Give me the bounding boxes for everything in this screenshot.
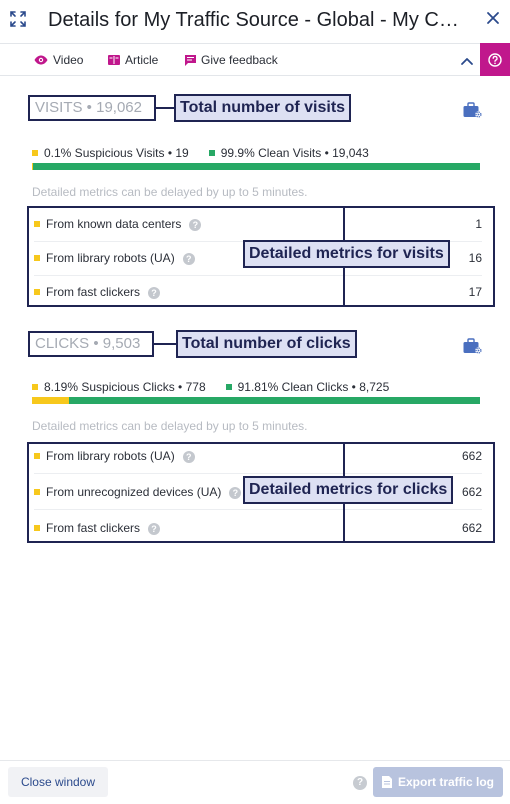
- suspicious-marker: [34, 489, 40, 495]
- close-window-button[interactable]: Close window: [8, 767, 108, 797]
- visits-total-annotation: Total number of visits: [174, 94, 352, 122]
- clicks-clean-label: 91.81% Clean Clicks • 8,725: [237, 380, 390, 394]
- eye-icon: [34, 55, 48, 65]
- suspicious-marker: [34, 453, 40, 459]
- export-traffic-log-button[interactable]: Export traffic log: [373, 767, 503, 797]
- visits-progress-bar: [32, 163, 480, 170]
- metric-label: From known data centers: [46, 217, 182, 231]
- briefcase-settings-icon[interactable]: [463, 102, 483, 119]
- expand-icon[interactable]: [9, 10, 27, 28]
- help-tab[interactable]: [480, 43, 510, 76]
- suspicious-marker: [34, 525, 40, 531]
- metric-row: From fast clickers? 17: [34, 276, 482, 310]
- visits-clean-legend: 99.9% Clean Visits • 19,043: [208, 146, 369, 160]
- toolbar: Video Article Give feedback: [0, 43, 510, 76]
- video-link[interactable]: Video: [34, 53, 83, 67]
- metric-label-wrap: From library robots (UA)?: [46, 251, 195, 265]
- clicks-suspicious-label: 8.19% Suspicious Clicks • 778: [44, 380, 206, 394]
- metric-row: From known data centers? 1: [34, 208, 482, 242]
- article-label: Article: [125, 53, 159, 67]
- visits-details-annotation: Detailed metrics for visits: [243, 240, 450, 268]
- visits-suspicious-label: 0.1% Suspicious Visits • 19: [44, 146, 189, 160]
- metric-label: From library robots (UA): [46, 251, 175, 265]
- help-icon[interactable]: ?: [189, 219, 202, 231]
- visits-suspicious-legend: 0.1% Suspicious Visits • 19: [32, 146, 189, 160]
- metric-label-wrap: From unrecognized devices (UA)?: [46, 485, 242, 499]
- export-label: Export traffic log: [397, 775, 494, 789]
- clicks-suspicious-legend: 8.19% Suspicious Clicks • 778: [32, 380, 206, 394]
- metric-label: From fast clickers: [46, 521, 141, 535]
- clicks-delay-note: Detailed metrics can be delayed by up to…: [32, 419, 308, 433]
- feedback-link[interactable]: Give feedback: [185, 53, 278, 67]
- briefcase-settings-icon[interactable]: [463, 338, 483, 355]
- clicks-details-annotation: Detailed metrics for clicks: [243, 476, 454, 504]
- help-icon[interactable]: ?: [182, 451, 195, 463]
- visits-delay-note: Detailed metrics can be delayed by up to…: [32, 185, 308, 199]
- metric-label: From fast clickers: [46, 285, 141, 299]
- help-icon[interactable]: ?: [148, 523, 161, 535]
- document-icon: [381, 776, 392, 788]
- metric-label: From unrecognized devices (UA): [46, 485, 222, 499]
- help-icon[interactable]: ?: [182, 253, 195, 265]
- metric-value: 662: [461, 521, 482, 535]
- metric-value: 662: [461, 485, 482, 499]
- help-icon[interactable]: ?: [353, 776, 367, 790]
- visits-heading: VISITS • 19,062: [28, 95, 156, 121]
- clicks-heading: CLICKS • 9,503: [28, 331, 154, 357]
- metric-value: 17: [468, 285, 482, 299]
- metric-row: From library robots (UA)? 662: [34, 440, 482, 474]
- visits-clean-label: 99.9% Clean Visits • 19,043: [220, 146, 369, 160]
- metric-value: 662: [461, 449, 482, 463]
- metric-value: 16: [468, 251, 482, 265]
- book-icon: [108, 55, 120, 65]
- clicks-suspicious-fill: [32, 397, 69, 404]
- article-link[interactable]: Article: [108, 53, 158, 67]
- clicks-progress-bar: [32, 397, 480, 404]
- metric-label-wrap: From fast clickers?: [46, 521, 161, 535]
- visits-legend: 0.1% Suspicious Visits • 19 99.9% Clean …: [32, 146, 369, 160]
- title-bar: Details for My Traffic Source - Global -…: [0, 0, 510, 42]
- feedback-icon: [185, 54, 196, 66]
- metric-value: 1: [475, 217, 482, 231]
- suspicious-marker: [34, 289, 40, 295]
- help-icon[interactable]: ?: [148, 287, 161, 299]
- feedback-label: Give feedback: [201, 53, 278, 67]
- close-icon[interactable]: [485, 10, 501, 26]
- metric-label-wrap: From fast clickers?: [46, 285, 161, 299]
- suspicious-marker: [34, 255, 40, 261]
- annotation-connector: [156, 107, 174, 109]
- metric-label-wrap: From library robots (UA)?: [46, 449, 195, 463]
- footer: Close window ? Export traffic log: [0, 760, 510, 804]
- clicks-total-annotation: Total number of clicks: [176, 330, 357, 358]
- annotation-connector: [154, 343, 176, 345]
- metric-label-wrap: From known data centers?: [46, 217, 202, 231]
- clicks-legend: 8.19% Suspicious Clicks • 778 91.81% Cle…: [32, 380, 389, 394]
- clicks-clean-legend: 91.81% Clean Clicks • 8,725: [225, 380, 390, 394]
- video-label: Video: [53, 53, 84, 67]
- help-icon[interactable]: ?: [229, 487, 242, 499]
- help-icon: [488, 52, 502, 67]
- suspicious-marker: [34, 221, 40, 227]
- metric-label: From library robots (UA): [46, 449, 175, 463]
- chevron-up-icon[interactable]: [460, 54, 474, 68]
- window-title: Details for My Traffic Source - Global -…: [48, 9, 468, 31]
- metric-row: From fast clickers? 662: [34, 512, 482, 546]
